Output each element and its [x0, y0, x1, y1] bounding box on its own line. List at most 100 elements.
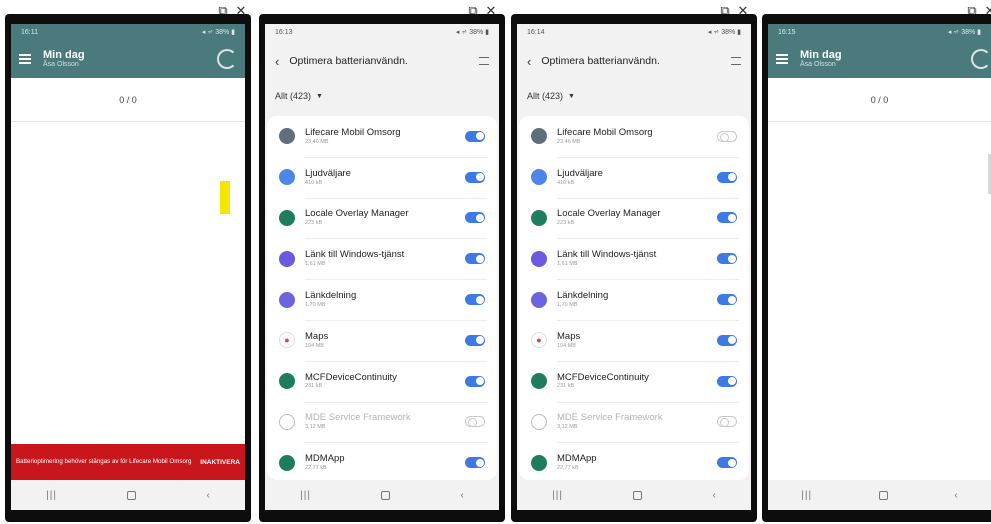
filter-dropdown[interactable]: Allt (423) ▼	[517, 82, 751, 110]
app-row[interactable]: Locale Overlay Manager 223 kB	[267, 197, 497, 239]
optimization-toggle[interactable]	[717, 416, 737, 428]
recent-apps-icon[interactable]: |||	[801, 490, 812, 501]
optimization-toggle[interactable]	[465, 375, 485, 387]
status-time: 16:13	[275, 28, 293, 36]
app-row[interactable]: Ljudväljare 410 kB	[519, 156, 749, 198]
optimization-toggle[interactable]	[465, 457, 485, 469]
app-row[interactable]: MDMApp 22,77 kB	[519, 442, 749, 480]
search-filter-icon[interactable]	[479, 57, 489, 65]
app-row[interactable]: Länkdelning 1,70 MB	[519, 279, 749, 320]
back-arrow-icon[interactable]: ‹	[527, 54, 531, 69]
maps-pin-icon: ●	[279, 332, 295, 349]
app-size: 22,77 kB	[557, 465, 579, 472]
status-bar: 16:14 ◂ ⩫ 38% ▮	[517, 24, 751, 40]
optimization-toggle[interactable]	[717, 171, 737, 183]
app-name: MDMApp	[557, 454, 597, 465]
refresh-icon[interactable]	[971, 49, 991, 69]
optimization-toggle[interactable]	[717, 253, 737, 265]
lifecare-icon	[531, 128, 547, 145]
app-row[interactable]: MCFDeviceContinuity 231 kB	[267, 360, 497, 402]
app-row[interactable]: MDMApp 22,77 kB	[267, 442, 497, 480]
optimization-toggle[interactable]	[717, 294, 737, 306]
phone-3: 16:14 ◂ ⩫ 38% ▮ ‹ Optimera batterianvänd…	[511, 14, 757, 522]
maps-pin-icon: ●	[531, 332, 547, 349]
refresh-icon[interactable]	[217, 49, 237, 69]
optimization-toggle[interactable]	[465, 130, 485, 142]
app-row[interactable]: Länk till Windows-tjänst 1,61 MB	[267, 238, 497, 279]
app-size: 231 kB	[305, 383, 323, 390]
android-icon	[279, 209, 295, 226]
app-list-container: Lifecare Mobil Omsorg 23,46 MB Ljudväljare…	[265, 110, 499, 480]
optimization-toggle[interactable]	[465, 294, 485, 306]
back-icon[interactable]: ‹	[954, 490, 957, 501]
recent-apps-icon[interactable]: |||	[46, 490, 57, 501]
optimization-toggle[interactable]	[465, 212, 485, 224]
optimization-toggle[interactable]	[717, 212, 737, 224]
deactivate-button[interactable]: INAKTIVERA	[200, 459, 240, 466]
home-icon[interactable]	[633, 490, 643, 500]
page-title: Min dag	[800, 48, 842, 61]
mde-icon	[279, 413, 295, 430]
phone-4-screen: 16:15 ◂ ⩫ 38% ▮ Min dag Åsa Olsson 0 / 0…	[768, 24, 991, 510]
app-row[interactable]: Lifecare Mobil Omsorg 23,46 MB	[519, 116, 749, 157]
battery-optimization-banner: Batterioptimering behöver stängas av för…	[11, 444, 245, 480]
back-icon[interactable]: ‹	[207, 490, 210, 501]
app-size: 1,70 MB	[557, 301, 578, 308]
filter-value: Allt (423)	[275, 91, 312, 101]
android-icon	[279, 373, 295, 390]
home-icon[interactable]	[381, 490, 391, 500]
menu-icon[interactable]	[19, 54, 31, 64]
app-size: 410 kB	[557, 179, 575, 186]
search-filter-icon[interactable]	[731, 57, 741, 65]
app-size: 223 kB	[557, 220, 575, 227]
app-row[interactable]: MDE Service Framework 3,12 MB	[519, 401, 749, 443]
app-name: Lifecare Mobil Omsorg	[557, 127, 653, 138]
app-size: 104 MB	[305, 342, 324, 349]
back-icon[interactable]: ‹	[461, 490, 464, 501]
menu-icon[interactable]	[776, 54, 788, 64]
windows-link-icon	[279, 250, 295, 267]
filter-value: Allt (423)	[527, 91, 564, 101]
user-name: Åsa Olsson	[800, 61, 836, 69]
back-icon[interactable]: ‹	[713, 490, 716, 501]
optimization-toggle[interactable]	[717, 130, 737, 142]
back-arrow-icon[interactable]: ‹	[275, 54, 279, 69]
app-row[interactable]: Länk till Windows-tjänst 1,61 MB	[519, 238, 749, 279]
app-size: 1,61 MB	[557, 261, 578, 268]
app-name: Länk till Windows-tjänst	[557, 250, 657, 261]
app-row[interactable]: Locale Overlay Manager 223 kB	[519, 197, 749, 239]
status-indicators: ◂ ⩫ 38% ▮	[947, 29, 981, 36]
app-name: MCFDeviceContinuity	[305, 372, 397, 383]
app-row[interactable]: MDE Service Framework 3,12 MB	[267, 401, 497, 443]
filter-dropdown[interactable]: Allt (423) ▼	[265, 82, 499, 110]
optimization-toggle[interactable]	[717, 375, 737, 387]
home-icon[interactable]	[878, 490, 888, 500]
app-name: MDE Service Framework	[557, 413, 663, 424]
nav-bar: ||| ‹	[11, 480, 245, 510]
optimization-toggle[interactable]	[465, 416, 485, 428]
cloud-share-icon	[531, 291, 547, 308]
app-size: 410 kB	[305, 179, 323, 186]
status-indicators: ◂ ⩫ 38% ▮	[201, 29, 235, 36]
chevron-down-icon: ▼	[316, 92, 323, 100]
android-icon	[531, 373, 547, 390]
recent-apps-icon[interactable]: |||	[300, 490, 311, 501]
recent-apps-icon[interactable]: |||	[552, 490, 563, 501]
app-row[interactable]: MCFDeviceContinuity 231 kB	[519, 360, 749, 402]
app-row[interactable]: Ljudväljare 410 kB	[267, 156, 497, 198]
optimization-toggle[interactable]	[465, 171, 485, 183]
app-name: MDE Service Framework	[305, 413, 411, 424]
optimization-toggle[interactable]	[717, 334, 737, 346]
optimization-toggle[interactable]	[465, 253, 485, 265]
home-icon[interactable]	[127, 490, 137, 500]
optimization-toggle[interactable]	[717, 457, 737, 469]
app-row[interactable]: ● Maps 104 MB	[267, 319, 497, 361]
android-icon	[531, 454, 547, 471]
app-row[interactable]: Lifecare Mobil Omsorg 23,46 MB	[267, 116, 497, 157]
optimization-toggle[interactable]	[465, 334, 485, 346]
app-row[interactable]: ● Maps 104 MB	[519, 319, 749, 361]
android-icon	[531, 209, 547, 226]
app-list-container: Lifecare Mobil Omsorg 23,46 MB Ljudväljare…	[517, 110, 751, 480]
app-row[interactable]: Länkdelning 1,70 MB	[267, 279, 497, 320]
app-name: Lifecare Mobil Omsorg	[305, 127, 401, 138]
